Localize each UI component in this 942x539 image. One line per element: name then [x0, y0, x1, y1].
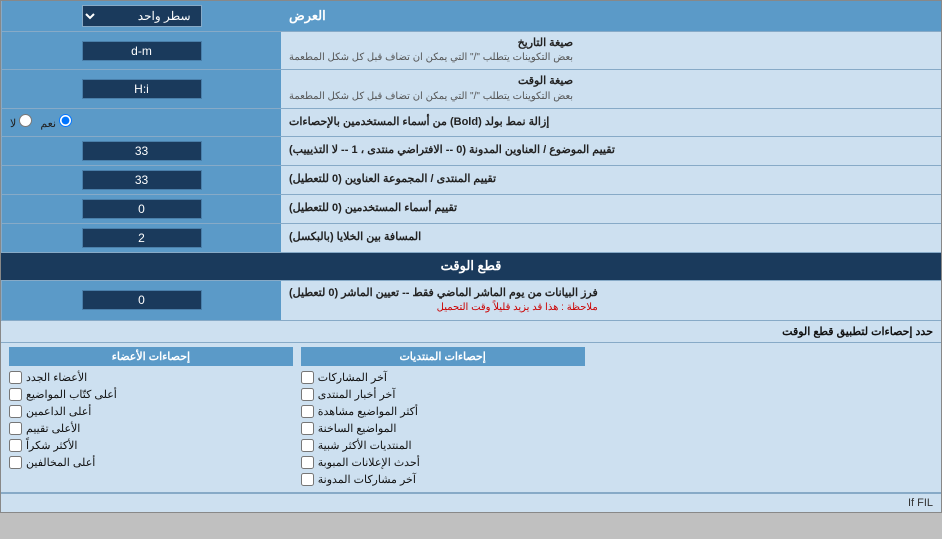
time-format-input[interactable]	[82, 79, 202, 99]
checkbox-popular-forums[interactable]	[301, 439, 314, 452]
bold-remove-row: إزالة نمط بولد (Bold) من أسماء المستخدمي…	[1, 109, 941, 137]
checkbox-item: أحدث الإعلانات المبوبة	[301, 454, 585, 471]
checkbox-top-violators[interactable]	[9, 456, 22, 469]
display-select-cell: سطر واحد سطرين ثلاثة أسطر	[1, 1, 281, 31]
forum-order-label: تقييم الموضوع / العناوين المدونة (0 -- ا…	[281, 137, 941, 165]
forum-group-input[interactable]	[82, 170, 202, 190]
time-format-input-cell	[1, 70, 281, 107]
user-names-input-cell	[1, 195, 281, 223]
stats-define-row: حدد إحصاءات لتطبيق قطع الوقت	[1, 321, 941, 343]
date-format-input[interactable]	[82, 41, 202, 61]
date-format-row: صيغة التاريخ بعض التكوينات يتطلب "/" الت…	[1, 32, 941, 70]
time-format-desc: صيغة الوقت بعض التكوينات يتطلب "/" التي …	[281, 70, 941, 107]
checkbox-item: الأكثر شكراً	[9, 437, 293, 454]
checkbox-item: المواضيع الساخنة	[301, 420, 585, 437]
user-names-label: تقييم أسماء المستخدمين (0 للتعطيل)	[281, 195, 941, 223]
header-row: العرض سطر واحد سطرين ثلاثة أسطر	[1, 1, 941, 32]
forum-group-label: تقييم المنتدى / المجموعة العناوين (0 للت…	[281, 166, 941, 194]
cell-gap-label: المسافة بين الخلايا (بالبكسل)	[281, 224, 941, 252]
radio-yes-label: نعم	[40, 114, 72, 130]
cell-gap-row: المسافة بين الخلايا (بالبكسل)	[1, 224, 941, 253]
cell-gap-input[interactable]	[82, 228, 202, 248]
forum-order-row: تقييم الموضوع / العناوين المدونة (0 -- ا…	[1, 137, 941, 166]
checkbox-highest-rated[interactable]	[9, 422, 22, 435]
checkbox-most-viewed[interactable]	[301, 405, 314, 418]
forums-col-header: إحصاءات المنتديات	[301, 347, 585, 366]
display-select[interactable]: سطر واحد سطرين ثلاثة أسطر	[82, 5, 202, 27]
members-col-header: إحصاءات الأعضاء	[9, 347, 293, 366]
checkbox-classifieds[interactable]	[301, 456, 314, 469]
checkbox-new-members[interactable]	[9, 371, 22, 384]
checkbox-item: أعلى كتّاب المواضيع	[9, 386, 293, 403]
checkbox-last-news[interactable]	[301, 388, 314, 401]
forum-group-input-cell	[1, 166, 281, 194]
checkbox-most-thanked[interactable]	[9, 439, 22, 452]
user-names-input[interactable]	[82, 199, 202, 219]
radio-no[interactable]	[19, 114, 32, 127]
checkbox-item: آخر أخبار المنتدى	[301, 386, 585, 403]
checkbox-item: المنتديات الأكثر شبية	[301, 437, 585, 454]
time-format-row: صيغة الوقت بعض التكوينات يتطلب "/" التي …	[1, 70, 941, 108]
display-label: العرض	[281, 1, 941, 31]
checkbox-item: أعلى المخالفين	[9, 454, 293, 471]
time-cut-input-cell	[1, 281, 281, 320]
time-cut-input[interactable]	[82, 290, 202, 310]
time-cut-section-row: قطع الوقت	[1, 253, 941, 281]
checkbox-blog-posts[interactable]	[301, 473, 314, 486]
forum-group-row: تقييم المنتدى / المجموعة العناوين (0 للت…	[1, 166, 941, 195]
time-cut-row: فرز البيانات من يوم الماشر الماضي فقط --…	[1, 281, 941, 321]
checkbox-col-empty	[589, 347, 938, 488]
checkbox-last-posts[interactable]	[301, 371, 314, 384]
bottom-note: If FIL	[1, 493, 941, 512]
checkboxes-section: إحصاءات المنتديات آخر المشاركات آخر أخبا…	[1, 343, 941, 493]
user-names-row: تقييم أسماء المستخدمين (0 للتعطيل)	[1, 195, 941, 224]
radio-yes[interactable]	[59, 114, 72, 127]
checkbox-col-members: إحصاءات الأعضاء الأعضاء الجدد أعلى كتّاب…	[5, 347, 297, 488]
bold-remove-radio-cell: نعم لا	[1, 109, 281, 136]
checkbox-item: الأعلى تقييم	[9, 420, 293, 437]
checkbox-hot-topics[interactable]	[301, 422, 314, 435]
radio-no-label: لا	[10, 114, 32, 130]
forum-order-input-cell	[1, 137, 281, 165]
bold-remove-label: إزالة نمط بولد (Bold) من أسماء المستخدمي…	[281, 109, 941, 136]
checkbox-item: أعلى الداعمين	[9, 403, 293, 420]
main-container: العرض سطر واحد سطرين ثلاثة أسطر صيغة الت…	[0, 0, 942, 513]
checkbox-col-forums: إحصاءات المنتديات آخر المشاركات آخر أخبا…	[297, 347, 589, 488]
time-cut-section-title: قطع الوقت	[1, 253, 941, 280]
checkbox-top-writers[interactable]	[9, 388, 22, 401]
time-cut-label: فرز البيانات من يوم الماشر الماضي فقط --…	[281, 281, 941, 320]
checkbox-top-supporters[interactable]	[9, 405, 22, 418]
checkbox-item: الأعضاء الجدد	[9, 369, 293, 386]
checkbox-item: آخر مشاركات المدونة	[301, 471, 585, 488]
date-format-desc: صيغة التاريخ بعض التكوينات يتطلب "/" الت…	[281, 32, 941, 69]
cell-gap-input-cell	[1, 224, 281, 252]
forum-order-input[interactable]	[82, 141, 202, 161]
checkbox-item: أكثر المواضيع مشاهدة	[301, 403, 585, 420]
date-format-input-cell	[1, 32, 281, 69]
checkbox-item: آخر المشاركات	[301, 369, 585, 386]
checkbox-columns: إحصاءات المنتديات آخر المشاركات آخر أخبا…	[5, 347, 937, 488]
